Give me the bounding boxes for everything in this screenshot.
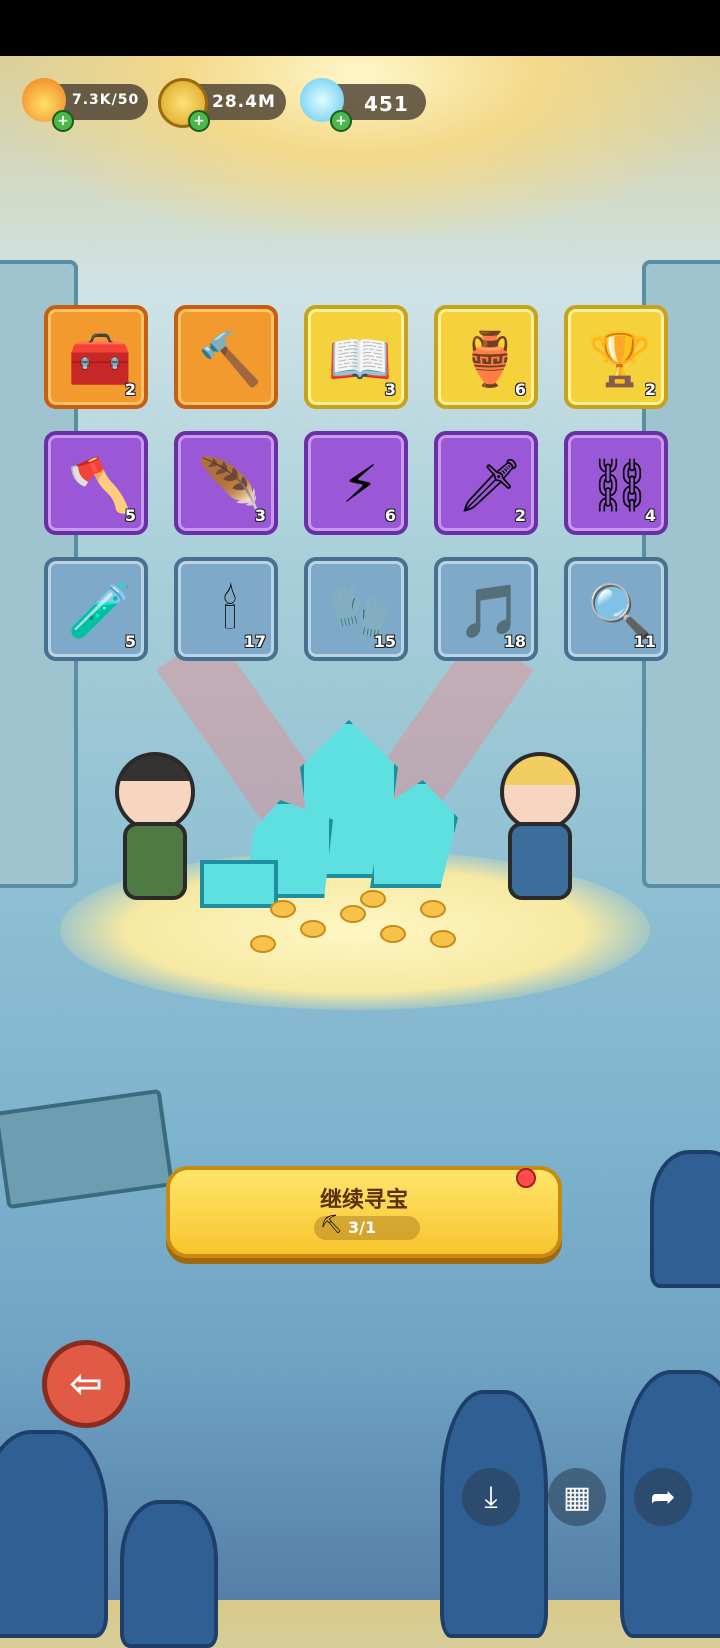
download-button[interactable]: ⤓ xyxy=(462,1468,520,1526)
energy-value: 7.3K/50 xyxy=(72,92,140,108)
item-count: 17 xyxy=(243,632,266,651)
item-count: 18 xyxy=(503,632,526,651)
item-slot-ice-sword[interactable]: 🗡 2 xyxy=(434,431,538,535)
item-slot-glove[interactable]: 🧤 15 xyxy=(304,557,408,661)
dark-haired-miner xyxy=(105,752,195,912)
add-energy-icon[interactable]: + xyxy=(52,110,74,132)
item-slot-lyre[interactable]: 🎵 18 xyxy=(434,557,538,661)
item-count: 4 xyxy=(644,506,656,525)
item-slot-candle[interactable]: 🕯 17 xyxy=(174,557,278,661)
notification-dot xyxy=(516,1168,536,1188)
grid-icon: ▦ xyxy=(562,1479,592,1515)
add-crystals-icon[interactable]: + xyxy=(330,110,352,132)
blonde-miner xyxy=(490,752,580,912)
share-icon: ➦ xyxy=(650,1479,676,1515)
item-slot-treasure-chest[interactable]: 🧰 2 xyxy=(44,305,148,409)
item-count: 6 xyxy=(514,380,526,399)
cave-light xyxy=(0,56,720,236)
item-count: 6 xyxy=(384,506,396,525)
attempts-count: 3/1 xyxy=(348,1218,377,1237)
broken-pillar xyxy=(0,1088,175,1210)
rock xyxy=(120,1500,218,1648)
item-slot-hammer[interactable]: 🔨 xyxy=(174,305,278,409)
status-bar xyxy=(0,0,720,56)
item-count: 5 xyxy=(124,632,136,651)
add-coins-icon[interactable]: + xyxy=(188,110,210,132)
item-slot-phoenix-feather[interactable]: 🪶 3 xyxy=(174,431,278,535)
crystal-counter[interactable]: + 451 xyxy=(300,78,426,132)
item-slot-axe[interactable]: 🪓 5 xyxy=(44,431,148,535)
coin-value: 28.4M xyxy=(212,92,276,112)
item-count: 15 xyxy=(373,632,396,651)
item-count: 2 xyxy=(124,380,136,399)
item-count: 3 xyxy=(384,380,396,399)
pickaxe-icon: ⛏ xyxy=(320,1214,343,1235)
item-count: 2 xyxy=(644,380,656,399)
item-slot-vase[interactable]: 🏺 6 xyxy=(434,305,538,409)
item-count: 3 xyxy=(254,506,266,525)
back-button[interactable]: ⇦ xyxy=(42,1340,130,1428)
item-slot-vine-chain[interactable]: ⛓ 4 xyxy=(564,431,668,535)
rock xyxy=(0,1430,108,1638)
item-count: 11 xyxy=(633,632,656,651)
download-icon: ⤓ xyxy=(484,1479,498,1515)
back-arrow-icon: ⇦ xyxy=(69,1361,103,1407)
item-count: 2 xyxy=(514,506,526,525)
grid-button[interactable]: ▦ xyxy=(548,1468,606,1526)
crystal-value: 451 xyxy=(364,92,409,116)
energy-counter[interactable]: + 7.3K/50 xyxy=(22,78,148,132)
coin-counter[interactable]: + 28.4M xyxy=(158,78,286,132)
rock xyxy=(650,1150,720,1288)
item-slot-lightning-scroll[interactable]: ⚡ 6 xyxy=(304,431,408,535)
continue-treasure-hunt-button[interactable]: 继续寻宝 ⛏ 3/1 xyxy=(166,1166,562,1258)
item-count: 5 xyxy=(124,506,136,525)
item-slot-chalice[interactable]: 🏆 2 xyxy=(564,305,668,409)
item-slot-spellbook[interactable]: 📖 3 xyxy=(304,305,408,409)
share-button[interactable]: ➦ xyxy=(634,1468,692,1526)
hammer-icon: 🔨 xyxy=(197,329,263,390)
item-slot-potion[interactable]: 🧪 5 xyxy=(44,557,148,661)
cta-label: 继续寻宝 xyxy=(319,1188,408,1213)
item-slot-mirror[interactable]: 🔍 11 xyxy=(564,557,668,661)
